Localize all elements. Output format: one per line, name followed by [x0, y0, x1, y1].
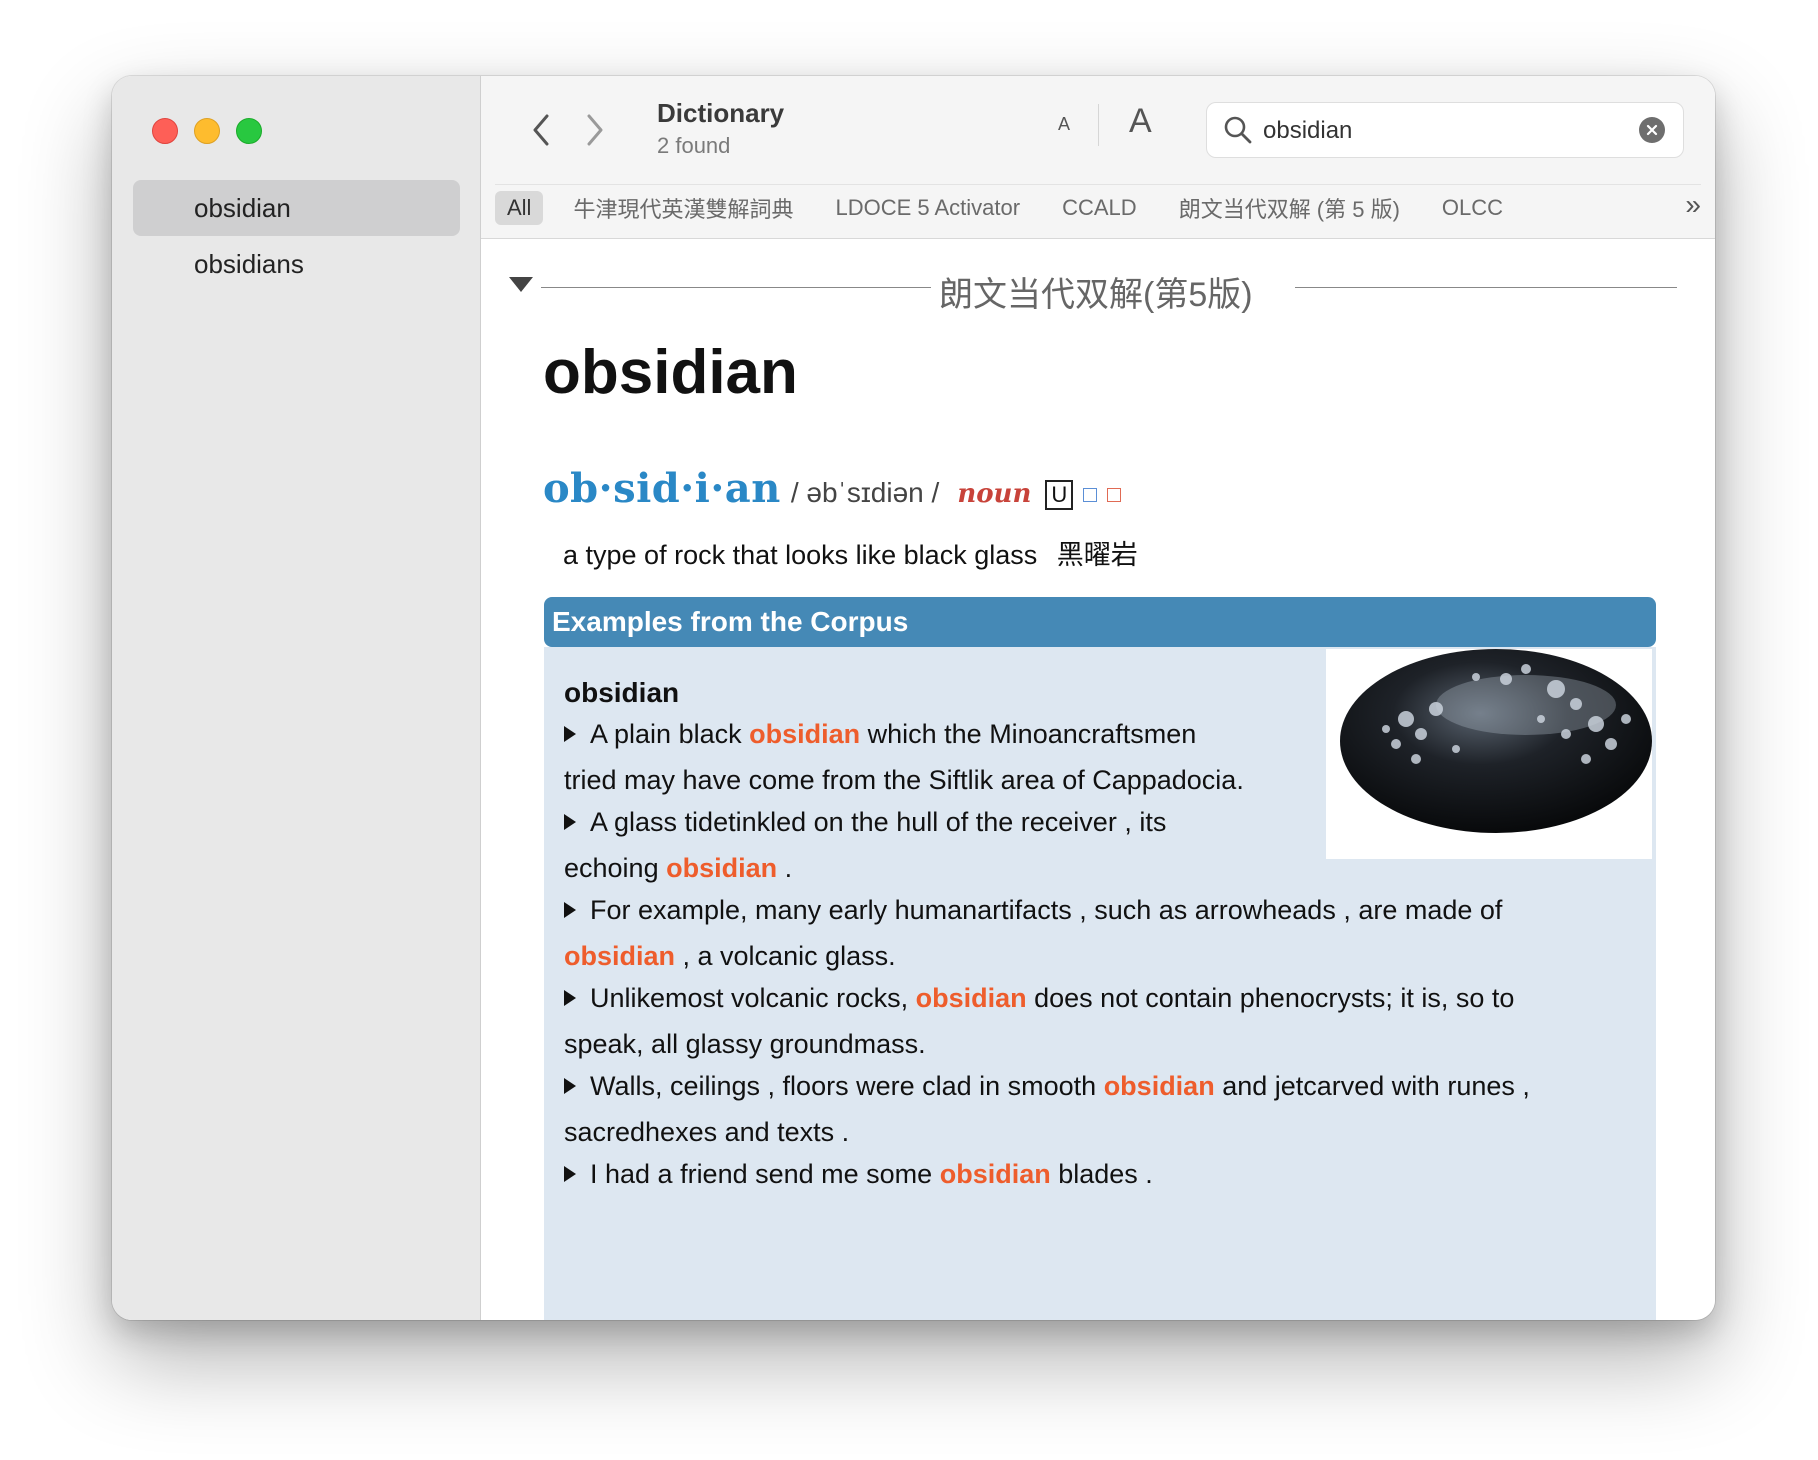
filter-ldoce-activator[interactable]: LDOCE 5 Activator — [823, 191, 1032, 225]
example-text: , a volcanic glass. — [675, 941, 896, 971]
example-item: A glass tidetinkled on the hull of the r… — [564, 799, 1166, 891]
examples-headword: obsidian — [564, 677, 680, 708]
grammar-code: U — [1045, 480, 1074, 510]
definition-chinese: 黑曜岩 — [1056, 540, 1138, 570]
result-item-obsidians[interactable]: obsidians — [133, 236, 460, 292]
search-field[interactable] — [1206, 102, 1684, 159]
filter-longman-bilingual[interactable]: 朗文当代双解 (第 5 版) — [1167, 188, 1412, 228]
example-text: speak, all glassy groundmass. — [564, 1029, 926, 1059]
definition-text: a type of rock that looks like black gla… — [563, 540, 1038, 570]
filter-ccald[interactable]: CCALD — [1050, 191, 1149, 225]
example-highlight: obsidian — [939, 1159, 1051, 1189]
filter-oxford-ec[interactable]: 牛津現代英漢雙解詞典 — [561, 188, 805, 228]
example-bullet-icon — [564, 813, 576, 830]
search-icon — [1224, 116, 1252, 144]
example-text: Unlikemost volcanic rocks, — [590, 983, 916, 1013]
example-item: Walls, ceilings , floors were clad in sm… — [564, 1063, 1530, 1155]
entry-content: 朗文当代双解(第5版) obsidian ob·sid·i·an / əbˈsɪ… — [481, 239, 1715, 1320]
chevron-left-icon — [533, 114, 549, 146]
decrease-font-button[interactable]: A — [1058, 114, 1070, 135]
example-bullet-icon — [564, 1077, 576, 1094]
back-button[interactable] — [521, 106, 561, 154]
example-item: I had a friend send me some obsidian bla… — [564, 1151, 1153, 1197]
example-highlight: obsidian — [749, 719, 861, 749]
example-text: does not contain phenocrysts; it is, so … — [1026, 983, 1515, 1013]
close-window-button[interactable] — [152, 118, 178, 144]
examples-panel: obsidian A plain black obsidian which th… — [544, 597, 1656, 1320]
section-rule-left — [541, 287, 931, 288]
example-bullet-icon — [564, 989, 576, 1006]
example-item: A plain black obsidian which the Minoanc… — [564, 711, 1244, 803]
headword: obsidian — [543, 338, 798, 407]
example-highlight: obsidian — [1103, 1071, 1215, 1101]
sidebar: obsidian obsidians — [112, 76, 481, 1320]
obsidian-image — [1326, 649, 1652, 859]
dictionary-section-header: 朗文当代双解(第5版) — [509, 267, 1677, 314]
result-list: obsidian obsidians — [133, 180, 460, 292]
british-audio-icon[interactable] — [1083, 488, 1098, 502]
example-text: which the Minoancraftsmen — [860, 719, 1197, 749]
examples-body: obsidian A plain black obsidian which th… — [544, 647, 1656, 1320]
title-block: Dictionary 2 found — [657, 98, 784, 159]
entry-line: ob·sid·i·an / əbˈsɪdiən / noun U — [543, 465, 1122, 512]
main-pane: Dictionary 2 found A A obsidian All 牛津現代… — [481, 76, 1715, 1320]
example-text: A glass tidetinkled on the hull of the r… — [590, 807, 1167, 837]
example-text: echoing — [564, 853, 667, 883]
syllabified-headword: ob·sid·i·an — [543, 465, 781, 512]
example-highlight: obsidian — [666, 853, 778, 883]
dictionary-window: obsidian obsidians Dictionary 2 found A … — [112, 76, 1715, 1320]
font-divider — [1098, 104, 1099, 146]
example-highlight: obsidian — [564, 941, 676, 971]
section-title: 朗文当代双解(第5版) — [939, 276, 1253, 314]
example-highlight: obsidian — [915, 983, 1027, 1013]
close-icon — [1646, 124, 1658, 136]
increase-font-button[interactable]: A — [1129, 102, 1152, 141]
chevron-right-icon — [587, 114, 603, 146]
example-text: A plain black — [590, 719, 750, 749]
disclosure-triangle-icon[interactable] — [509, 277, 533, 292]
app-title: Dictionary — [657, 98, 785, 128]
example-bullet-icon — [564, 725, 576, 742]
example-text: blades . — [1050, 1159, 1153, 1189]
example-text: Walls, ceilings , floors were clad in sm… — [590, 1071, 1104, 1101]
example-text: sacredhexes and texts . — [564, 1117, 850, 1147]
example-text: I had a friend send me some — [590, 1159, 940, 1189]
example-text: and jetcarved with runes , — [1214, 1071, 1530, 1101]
search-input[interactable] — [1261, 103, 1625, 159]
more-dictionaries-button[interactable]: » — [1685, 189, 1701, 221]
example-item: For example, many early humanartifacts ,… — [564, 887, 1502, 979]
examples-header[interactable]: Examples from the Corpus — [544, 597, 1656, 647]
example-text: tried may have come from the Siftlik are… — [564, 765, 1244, 795]
example-bullet-icon — [564, 901, 576, 918]
minimize-window-button[interactable] — [194, 118, 220, 144]
pronunciation: / əbˈsɪdiən / — [790, 477, 940, 508]
result-count: 2 found — [657, 133, 731, 158]
clear-search-button[interactable] — [1639, 117, 1665, 143]
window-controls — [152, 118, 262, 144]
example-item: Unlikemost volcanic rocks, obsidian does… — [564, 975, 1514, 1067]
definition: a type of rock that looks like black gla… — [563, 533, 1138, 572]
dictionary-filter-bar: All 牛津現代英漢雙解詞典 LDOCE 5 Activator CCALD 朗… — [495, 184, 1701, 231]
obsidian-stone-image — [1340, 649, 1652, 833]
part-of-speech: noun — [957, 479, 1032, 509]
result-item-obsidian[interactable]: obsidian — [133, 180, 460, 236]
filter-olcc[interactable]: OLCC — [1430, 191, 1515, 225]
section-rule-right — [1295, 287, 1677, 288]
zoom-window-button[interactable] — [236, 118, 262, 144]
example-bullet-icon — [564, 1165, 576, 1182]
example-text: For example, many early humanartifacts ,… — [590, 895, 1503, 925]
forward-button[interactable] — [575, 106, 615, 154]
filter-all[interactable]: All — [495, 191, 544, 225]
example-text: . — [777, 853, 793, 883]
toolbar: Dictionary 2 found A A obsidian All 牛津現代… — [481, 76, 1715, 239]
american-audio-icon[interactable] — [1107, 488, 1122, 502]
